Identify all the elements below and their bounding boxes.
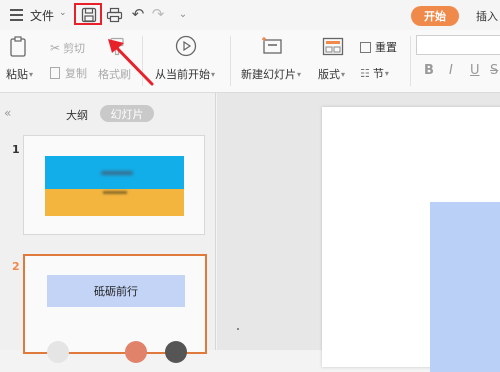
redo-icon[interactable]: ↷ (150, 5, 166, 23)
slide-editing-area (217, 93, 500, 372)
bold-button[interactable]: B (424, 63, 434, 78)
slide-number: 2 (12, 260, 20, 273)
layout-caret-icon: ▾ (341, 69, 346, 79)
slides-panel: « 大纲 幻灯片 1 2 砥砺前行 (0, 93, 216, 363)
section-icon: ☷ (360, 66, 370, 80)
section-button[interactable]: ☷ 节 ▾ (360, 65, 389, 81)
from-current-label: 从当前开始 (155, 68, 210, 81)
ribbon: 粘贴 ▾ ✂ 剪切 复制 格式刷 从当前开始 ▾ 新建幻灯片 ▾ 版式 ▾ 重置… (0, 30, 500, 93)
format-painter-button[interactable]: 格式刷 (98, 66, 131, 82)
paste-button[interactable]: 粘贴 ▾ (6, 66, 33, 82)
font-name-input[interactable] (416, 35, 500, 55)
new-slide-caret-icon: ▾ (297, 69, 302, 79)
new-slide-button[interactable]: 新建幻灯片 ▾ (241, 66, 301, 82)
file-menu[interactable]: 文件 (30, 7, 54, 24)
layout-label: 版式 (318, 68, 340, 81)
from-current-button[interactable]: 从当前开始 ▾ (155, 66, 215, 82)
menu-icon[interactable] (8, 7, 24, 23)
file-menu-caret-icon[interactable]: ⌄ (59, 8, 67, 18)
ribbon-separator (142, 36, 143, 86)
layout-icon[interactable] (322, 37, 344, 57)
thumb-circle-shape (125, 341, 147, 363)
canvas-dot (237, 328, 239, 330)
layout-button[interactable]: 版式 ▾ (318, 66, 345, 82)
paste-label: 粘贴 (6, 68, 28, 81)
italic-button[interactable]: I (449, 63, 453, 78)
scissors-icon: ✂ (50, 41, 61, 55)
thumb-circle-shape (165, 341, 187, 363)
paste-icon[interactable] (9, 36, 29, 58)
blurred-subtitle-text (103, 191, 127, 194)
paste-caret-icon: ▾ (29, 69, 34, 79)
slide-title-shape[interactable] (430, 202, 500, 372)
collapse-panel-icon[interactable]: « (4, 106, 11, 120)
slide-thumbnail-2[interactable]: 砥砺前行 (23, 254, 207, 363)
thumb-subtitle-band (45, 189, 184, 216)
quick-access-dropdown-icon[interactable]: ⌄ (175, 6, 191, 22)
copy-label: 复制 (65, 67, 87, 80)
thumb-title-band (45, 156, 184, 189)
ribbon-separator (230, 36, 231, 86)
strikethrough-button[interactable]: S (490, 63, 498, 78)
underline-button[interactable]: U (470, 63, 480, 78)
thumb-title-box: 砥砺前行 (47, 275, 185, 307)
thumb-circle-shape (47, 341, 69, 363)
slide-number: 1 (12, 143, 20, 156)
save-highlight-box (74, 3, 102, 25)
ribbon-separator (410, 36, 411, 86)
copy-button[interactable]: 复制 (50, 65, 87, 81)
tab-insert[interactable]: 插入 (476, 8, 498, 24)
reset-icon (360, 41, 371, 53)
reset-button[interactable]: 重置 (360, 39, 397, 55)
section-label: 节 (372, 67, 384, 80)
title-bar: 文件 ⌄ ↶ ↷ ⌄ 开始 插入 (0, 0, 500, 30)
current-slide[interactable] (322, 107, 500, 372)
new-slide-icon[interactable] (261, 36, 283, 56)
new-slide-label: 新建幻灯片 (241, 68, 296, 81)
print-icon[interactable] (105, 6, 123, 24)
reset-label: 重置 (375, 41, 397, 54)
from-current-caret-icon: ▾ (211, 69, 216, 79)
play-icon[interactable] (175, 35, 197, 57)
format-painter-icon[interactable] (108, 37, 126, 57)
section-caret-icon: ▾ (384, 68, 389, 78)
tab-slides[interactable]: 幻灯片 (100, 105, 154, 122)
slide-thumbnail-1[interactable] (23, 135, 205, 235)
undo-icon[interactable]: ↶ (130, 5, 146, 23)
cut-label: 剪切 (63, 42, 86, 55)
copy-icon (50, 67, 60, 79)
tab-outline[interactable]: 大纲 (66, 107, 88, 123)
blurred-title-text (101, 171, 133, 175)
tab-start[interactable]: 开始 (411, 6, 459, 26)
cut-button[interactable]: ✂ 剪切 (50, 40, 85, 56)
